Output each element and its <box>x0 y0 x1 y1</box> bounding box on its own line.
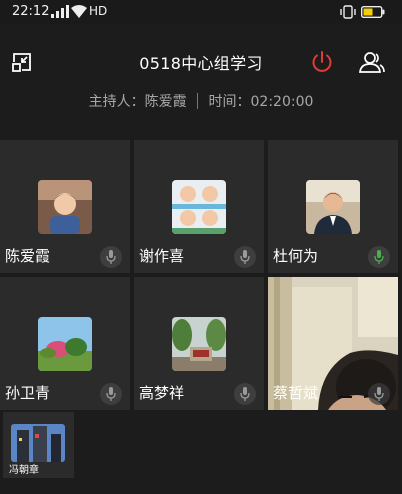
vibrate-icon <box>340 5 356 19</box>
host-label: 主持人： <box>88 94 145 110</box>
participant-avatar <box>11 424 65 462</box>
participant-tile[interactable]: 孙卫青 <box>0 277 130 410</box>
time-label: 时间： <box>208 94 251 110</box>
participant-tile[interactable]: 陈爱霞 <box>0 140 130 273</box>
participant-name: 冯朝章 <box>9 465 39 476</box>
participant-avatar <box>38 180 92 234</box>
mic-button[interactable] <box>368 383 390 405</box>
status-time: 22:12 <box>12 4 50 19</box>
meeting-title: 0518中心组学习 <box>139 54 263 73</box>
power-icon <box>312 51 332 72</box>
participant-name: 陈爱霞 <box>5 247 51 265</box>
participant-tile[interactable]: 高梦祥 <box>134 277 264 410</box>
microphone-icon <box>374 387 384 401</box>
signal-icon <box>51 5 69 18</box>
participant-tile[interactable]: 杜何为 <box>268 140 398 273</box>
participant-name: 高梦祥 <box>139 384 185 402</box>
participant-avatar <box>306 180 360 234</box>
microphone-icon <box>106 387 116 401</box>
meeting-duration: 02:20:00 <box>250 94 314 110</box>
microphone-icon <box>240 250 250 264</box>
meeting-header: 0518中心组学习 主持人：陈爱霞 时间：02:20:00 <box>0 24 402 140</box>
participant-avatar <box>172 180 226 234</box>
mic-button[interactable] <box>234 246 256 268</box>
participant-avatar <box>38 317 92 371</box>
participant-name: 杜何为 <box>273 247 319 265</box>
participant-tile[interactable]: 谢作喜 <box>134 140 264 273</box>
participant-name: 谢作喜 <box>139 247 185 265</box>
mic-button[interactable] <box>234 383 256 405</box>
host-name: 陈爱霞 <box>144 94 187 110</box>
battery-icon <box>361 6 385 18</box>
participant-video-tile[interactable]: 蔡哲斌 <box>268 277 398 410</box>
meeting-screen: 22:12 HD 0518中心组学习 主持人：陈爱霞 时间：02:20:00 陈… <box>0 0 402 494</box>
participant-name: 孙卫青 <box>5 384 51 402</box>
status-bar: 22:12 HD <box>0 0 402 24</box>
members-button[interactable] <box>357 49 387 75</box>
network-type: HD <box>89 4 108 18</box>
mic-button[interactable] <box>100 246 122 268</box>
meta-divider <box>197 93 199 109</box>
participant-name: 蔡哲斌 <box>273 384 319 402</box>
participant-thumbnail[interactable]: 冯朝章 <box>3 412 74 478</box>
mic-button[interactable] <box>368 246 390 268</box>
microphone-icon <box>106 250 116 264</box>
microphone-active-icon <box>374 250 384 264</box>
mic-button[interactable] <box>100 383 122 405</box>
members-icon <box>359 52 385 73</box>
microphone-icon <box>240 387 250 401</box>
participant-avatar <box>172 317 226 371</box>
wifi-icon <box>71 5 87 18</box>
meeting-meta: 主持人：陈爱霞 时间：02:20:00 <box>0 91 402 111</box>
leave-meeting-button[interactable] <box>309 49 335 75</box>
participant-grid: 陈爱霞 谢作喜 杜何为 孙卫青 高梦祥 蔡哲斌 <box>0 140 402 410</box>
